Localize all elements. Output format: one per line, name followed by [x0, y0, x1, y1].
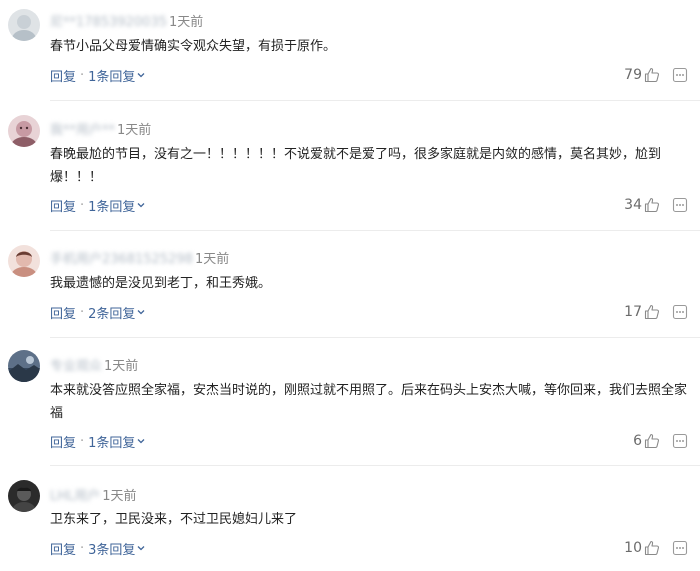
comment-text: 本来就没答应照全家福，安杰当时说的，刚照过就不用照了。后来在码头上安杰大喊，等你… — [50, 383, 688, 421]
more-icon[interactable] — [672, 540, 688, 556]
separator: · — [80, 540, 85, 556]
timestamp: 1天前 — [117, 122, 152, 138]
reply-count: 3条回复 — [88, 542, 136, 558]
username[interactable]: 手机用户23681525298 — [50, 248, 193, 267]
comment-text: 春节小品父母爱情确实令观众失望，有损于原作。 — [50, 39, 337, 54]
comment-reactions: 34 — [624, 195, 688, 215]
reply-button[interactable]: 回复 — [50, 66, 76, 85]
thumbs-up-icon[interactable] — [644, 540, 660, 556]
thumbs-up-icon[interactable] — [644, 197, 660, 213]
avatar[interactable] — [8, 245, 40, 277]
avatar[interactable] — [8, 9, 40, 41]
chevron-down-icon — [137, 310, 145, 315]
timestamp: 1天前 — [194, 251, 230, 267]
separator: · — [80, 67, 85, 83]
more-icon[interactable] — [672, 433, 688, 449]
avatar[interactable] — [8, 115, 40, 147]
thumbs-up-icon[interactable] — [644, 67, 660, 83]
more-icon[interactable] — [672, 304, 688, 320]
like-count: 17 — [624, 304, 642, 320]
avatar[interactable] — [8, 350, 40, 382]
reply-count-toggle[interactable]: 1条回复 — [88, 432, 146, 451]
comment-text: 卫东来了，卫民没来，不过卫民媳妇儿来了 — [50, 512, 298, 527]
timestamp: 1天前 — [102, 488, 137, 504]
like-count: 10 — [624, 540, 642, 556]
reply-count: 1条回复 — [88, 199, 136, 215]
reply-count-toggle[interactable]: 1条回复 — [88, 196, 146, 215]
comment-reactions: 17 — [624, 302, 688, 322]
more-icon[interactable] — [672, 197, 688, 213]
reply-count-toggle[interactable]: 3条回复 — [88, 539, 146, 558]
username[interactable]: LHL用户 — [50, 485, 100, 504]
reply-button[interactable]: 回复 — [50, 303, 76, 322]
timestamp: 1天前 — [168, 14, 204, 30]
reply-count: 2条回复 — [88, 306, 136, 322]
timestamp: 1天前 — [104, 358, 139, 374]
thumbs-up-icon[interactable] — [644, 304, 660, 320]
like-count: 79 — [624, 67, 642, 83]
comment-item: 尼**17853920035 1天前 春节小品父母爱情确实令观众失望，有损于原作… — [0, 0, 700, 101]
comment-actions: 回复 · 1条回复 — [50, 431, 146, 451]
comment-item: 专业观众 1天前 本来就没答应照全家福，安杰当时说的，刚照过就不用照了。后来在码… — [0, 338, 700, 466]
comment-reactions: 79 — [624, 65, 688, 85]
reply-count-toggle[interactable]: 1条回复 — [88, 66, 146, 85]
comment-meta: 专业观众 1天前 — [50, 354, 138, 374]
reply-button[interactable]: 回复 — [50, 196, 76, 215]
reply-count: 1条回复 — [88, 435, 136, 451]
comment-meta: 尼**17853920035 1天前 — [50, 10, 203, 30]
comment-actions: 回复 · 2条回复 — [50, 302, 146, 322]
comment-actions: 回复 · 1条回复 — [50, 65, 146, 85]
comment-meta: 手机用户23681525298 1天前 — [50, 247, 229, 267]
chevron-down-icon — [137, 73, 145, 78]
reply-button[interactable]: 回复 — [50, 432, 76, 451]
chevron-down-icon — [137, 203, 145, 208]
thumbs-up-icon[interactable] — [644, 433, 660, 449]
username[interactable]: 我**用户** — [50, 119, 115, 138]
comment-text: 我最遗憾的是没见到老丁，和王秀娥。 — [50, 276, 272, 291]
comment-actions: 回复 · 1条回复 — [50, 195, 146, 215]
reply-button[interactable]: 回复 — [50, 539, 76, 558]
comment-text: 春晚最尬的节目，没有之一！！！！！！不说爱就不是爱了吗，很多家庭就是内敛的感情，… — [50, 147, 662, 185]
separator: · — [80, 197, 85, 213]
reply-count-toggle[interactable]: 2条回复 — [88, 303, 146, 322]
comment-reactions: 10 — [624, 538, 688, 558]
comment-meta: 我**用户** 1天前 — [50, 118, 151, 138]
chevron-down-icon — [137, 439, 145, 444]
username[interactable]: 尼**17853920035 — [50, 11, 167, 30]
more-icon[interactable] — [672, 67, 688, 83]
comment-reactions: 6 — [633, 431, 688, 451]
separator: · — [80, 433, 85, 449]
like-count: 6 — [633, 433, 642, 449]
chevron-down-icon — [137, 546, 145, 551]
avatar[interactable] — [8, 480, 40, 512]
comment-item: LHL用户 1天前 卫东来了，卫民没来，不过卫民媳妇儿来了 回复 · 3条回复 … — [0, 466, 700, 571]
like-count: 34 — [624, 197, 642, 213]
comment-actions: 回复 · 3条回复 — [50, 538, 146, 558]
username[interactable]: 专业观众 — [50, 355, 102, 374]
comment-meta: LHL用户 1天前 — [50, 484, 137, 504]
separator: · — [80, 304, 85, 320]
comment-item: 我**用户** 1天前 春晚最尬的节目，没有之一！！！！！！不说爱就不是爱了吗，… — [0, 101, 700, 231]
comment-item: 手机用户23681525298 1天前 我最遗憾的是没见到老丁，和王秀娥。 回复… — [0, 231, 700, 338]
reply-count: 1条回复 — [88, 69, 136, 85]
